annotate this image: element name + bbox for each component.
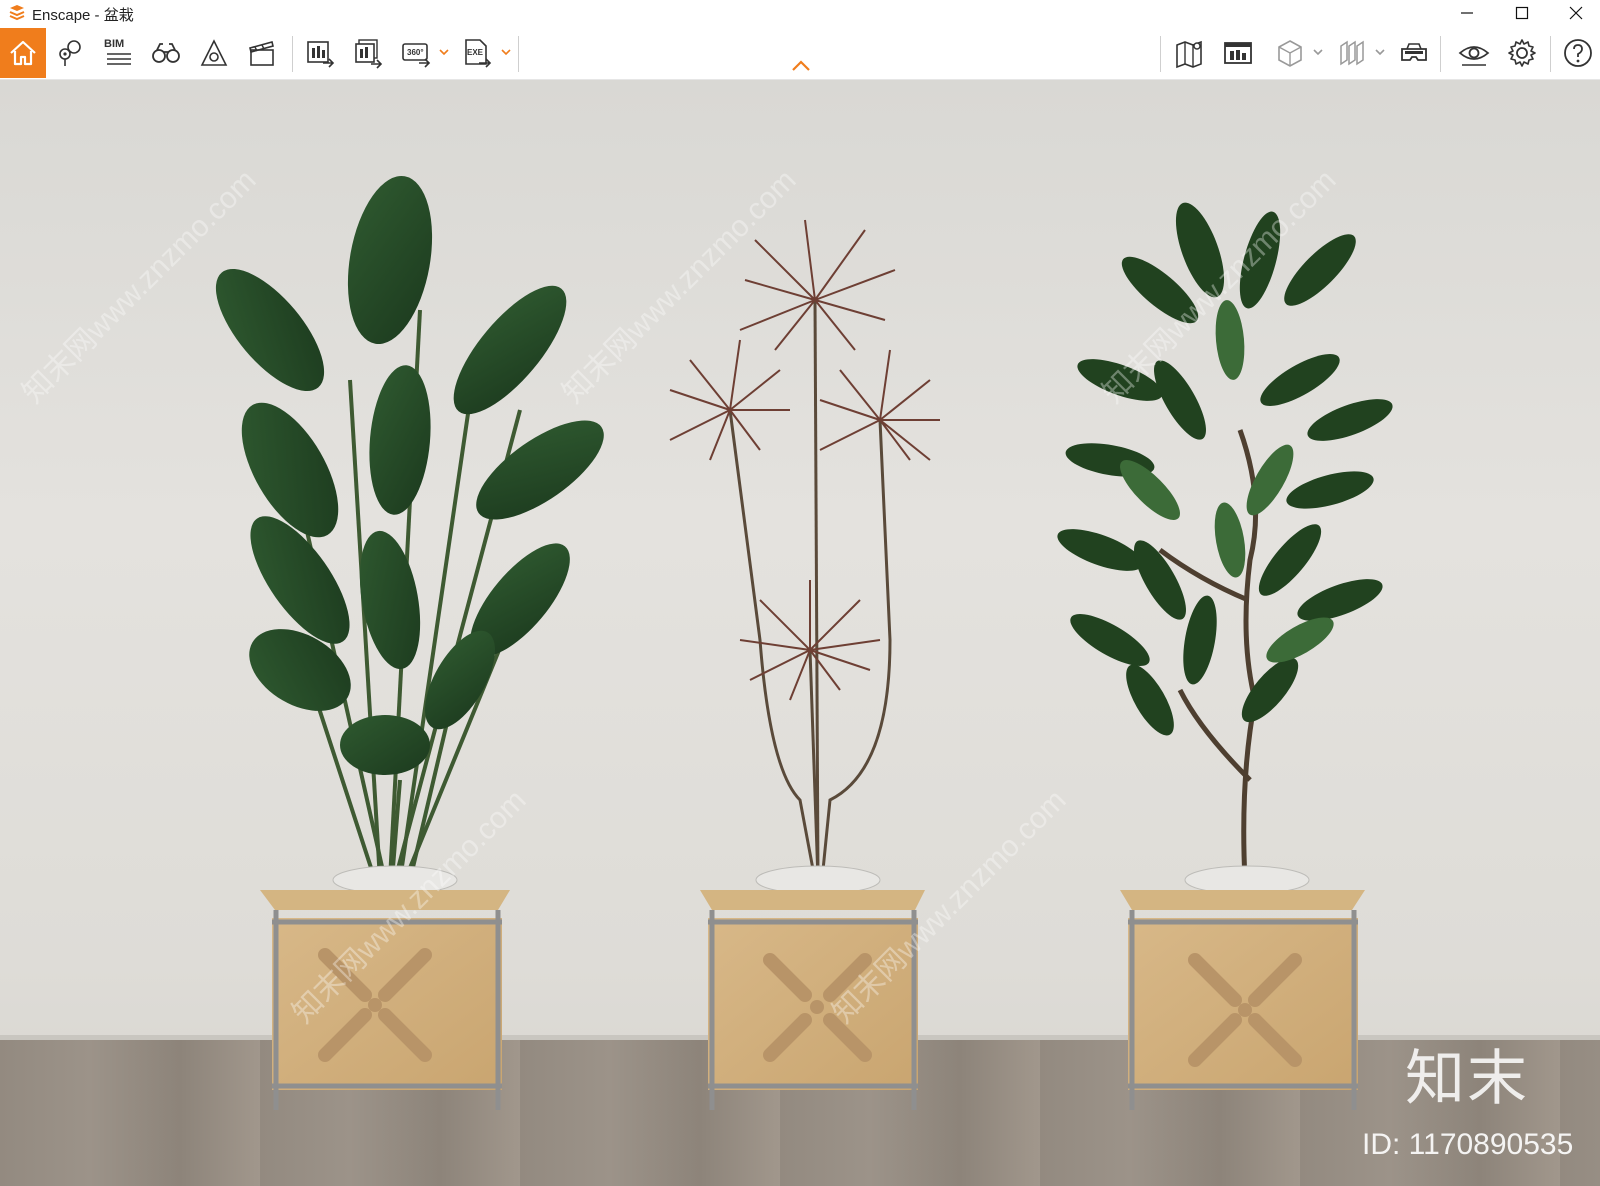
- toolbar-separator: [1160, 36, 1161, 72]
- toolbar: BIM 360° EXE: [0, 26, 1600, 80]
- settings-gear-icon: [1508, 39, 1536, 67]
- section-planes-button[interactable]: [1330, 30, 1374, 76]
- bim-button[interactable]: [96, 30, 140, 76]
- maximize-button[interactable]: [1497, 0, 1547, 26]
- location-pins-button[interactable]: [48, 30, 92, 76]
- svg-text:360°: 360°: [407, 48, 424, 57]
- home-button[interactable]: [0, 28, 46, 78]
- section-planes-icon: [1340, 40, 1364, 66]
- svg-text:EXE: EXE: [467, 48, 484, 57]
- plywood-stand: [700, 890, 925, 1110]
- panorama-360-icon: 360°: [402, 43, 431, 68]
- minimize-button[interactable]: [1442, 0, 1492, 26]
- map-icon: [1176, 40, 1202, 69]
- render-screenshot-button[interactable]: [298, 30, 342, 76]
- batch-render-button[interactable]: [346, 30, 390, 76]
- plywood-stand: [1120, 890, 1365, 1110]
- visual-settings-button[interactable]: [1452, 30, 1496, 76]
- enscape-logo-icon: [9, 5, 25, 21]
- binoculars-icon: [152, 43, 180, 63]
- toolbar-separator: [518, 36, 519, 72]
- map-button[interactable]: [1168, 30, 1212, 76]
- bird-of-paradise-plant: [215, 176, 604, 895]
- reference-cone-button[interactable]: [192, 30, 236, 76]
- toolbar-separator: [1550, 36, 1551, 72]
- toolbar-separator: [1440, 36, 1441, 72]
- collapse-toolbar-chevron-icon[interactable]: [790, 58, 812, 74]
- minimize-icon: [1461, 12, 1473, 14]
- render-viewport[interactable]: 知末网www.znzmo.com 知末网www.znzmo.com 知末网www…: [0, 80, 1600, 1186]
- export-exe-button[interactable]: EXE: [454, 30, 498, 76]
- asset-library-button[interactable]: [1216, 30, 1260, 76]
- chevron-down-icon[interactable]: [438, 46, 450, 58]
- video-editor-button[interactable]: [240, 30, 284, 76]
- close-button[interactable]: [1551, 0, 1600, 26]
- watermark-brand-logo: 知末: [1405, 1044, 1529, 1114]
- help-icon: [1564, 39, 1592, 67]
- location-pins-icon: [59, 40, 81, 66]
- panorama-360-button[interactable]: 360°: [394, 30, 438, 76]
- vr-headset-icon: [1401, 43, 1427, 61]
- clapperboard-icon: [249, 41, 274, 66]
- visual-settings-eye-icon: [1458, 46, 1490, 66]
- render-screenshot-icon: [307, 41, 335, 68]
- watermark-id: ID: 1170890535: [1362, 1128, 1574, 1161]
- asset-library-icon: [1224, 42, 1252, 64]
- material-cube-icon: [1278, 40, 1302, 67]
- bim-label: BIM: [104, 38, 125, 50]
- chevron-down-icon[interactable]: [1312, 46, 1324, 58]
- dracaena-plant: [669, 219, 940, 895]
- export-exe-icon: EXE: [465, 39, 492, 68]
- help-button[interactable]: [1556, 30, 1600, 76]
- toolbar-separator: [292, 36, 293, 72]
- window-title: Enscape - 盆栽: [32, 7, 134, 24]
- batch-render-icon: [355, 39, 383, 69]
- material-cube-button[interactable]: [1268, 30, 1312, 76]
- binoculars-button[interactable]: [144, 30, 188, 76]
- home-icon: [10, 40, 36, 66]
- plant-scene: [215, 176, 1393, 1110]
- reference-cone-icon: [200, 39, 228, 66]
- title-bar: Enscape - 盆栽: [0, 0, 1600, 26]
- close-icon: [1569, 6, 1583, 20]
- maximize-icon: [1515, 6, 1529, 20]
- chevron-down-icon[interactable]: [500, 46, 512, 58]
- vr-headset-button[interactable]: [1392, 30, 1436, 76]
- settings-button[interactable]: [1500, 30, 1544, 76]
- chevron-down-icon[interactable]: [1374, 46, 1386, 58]
